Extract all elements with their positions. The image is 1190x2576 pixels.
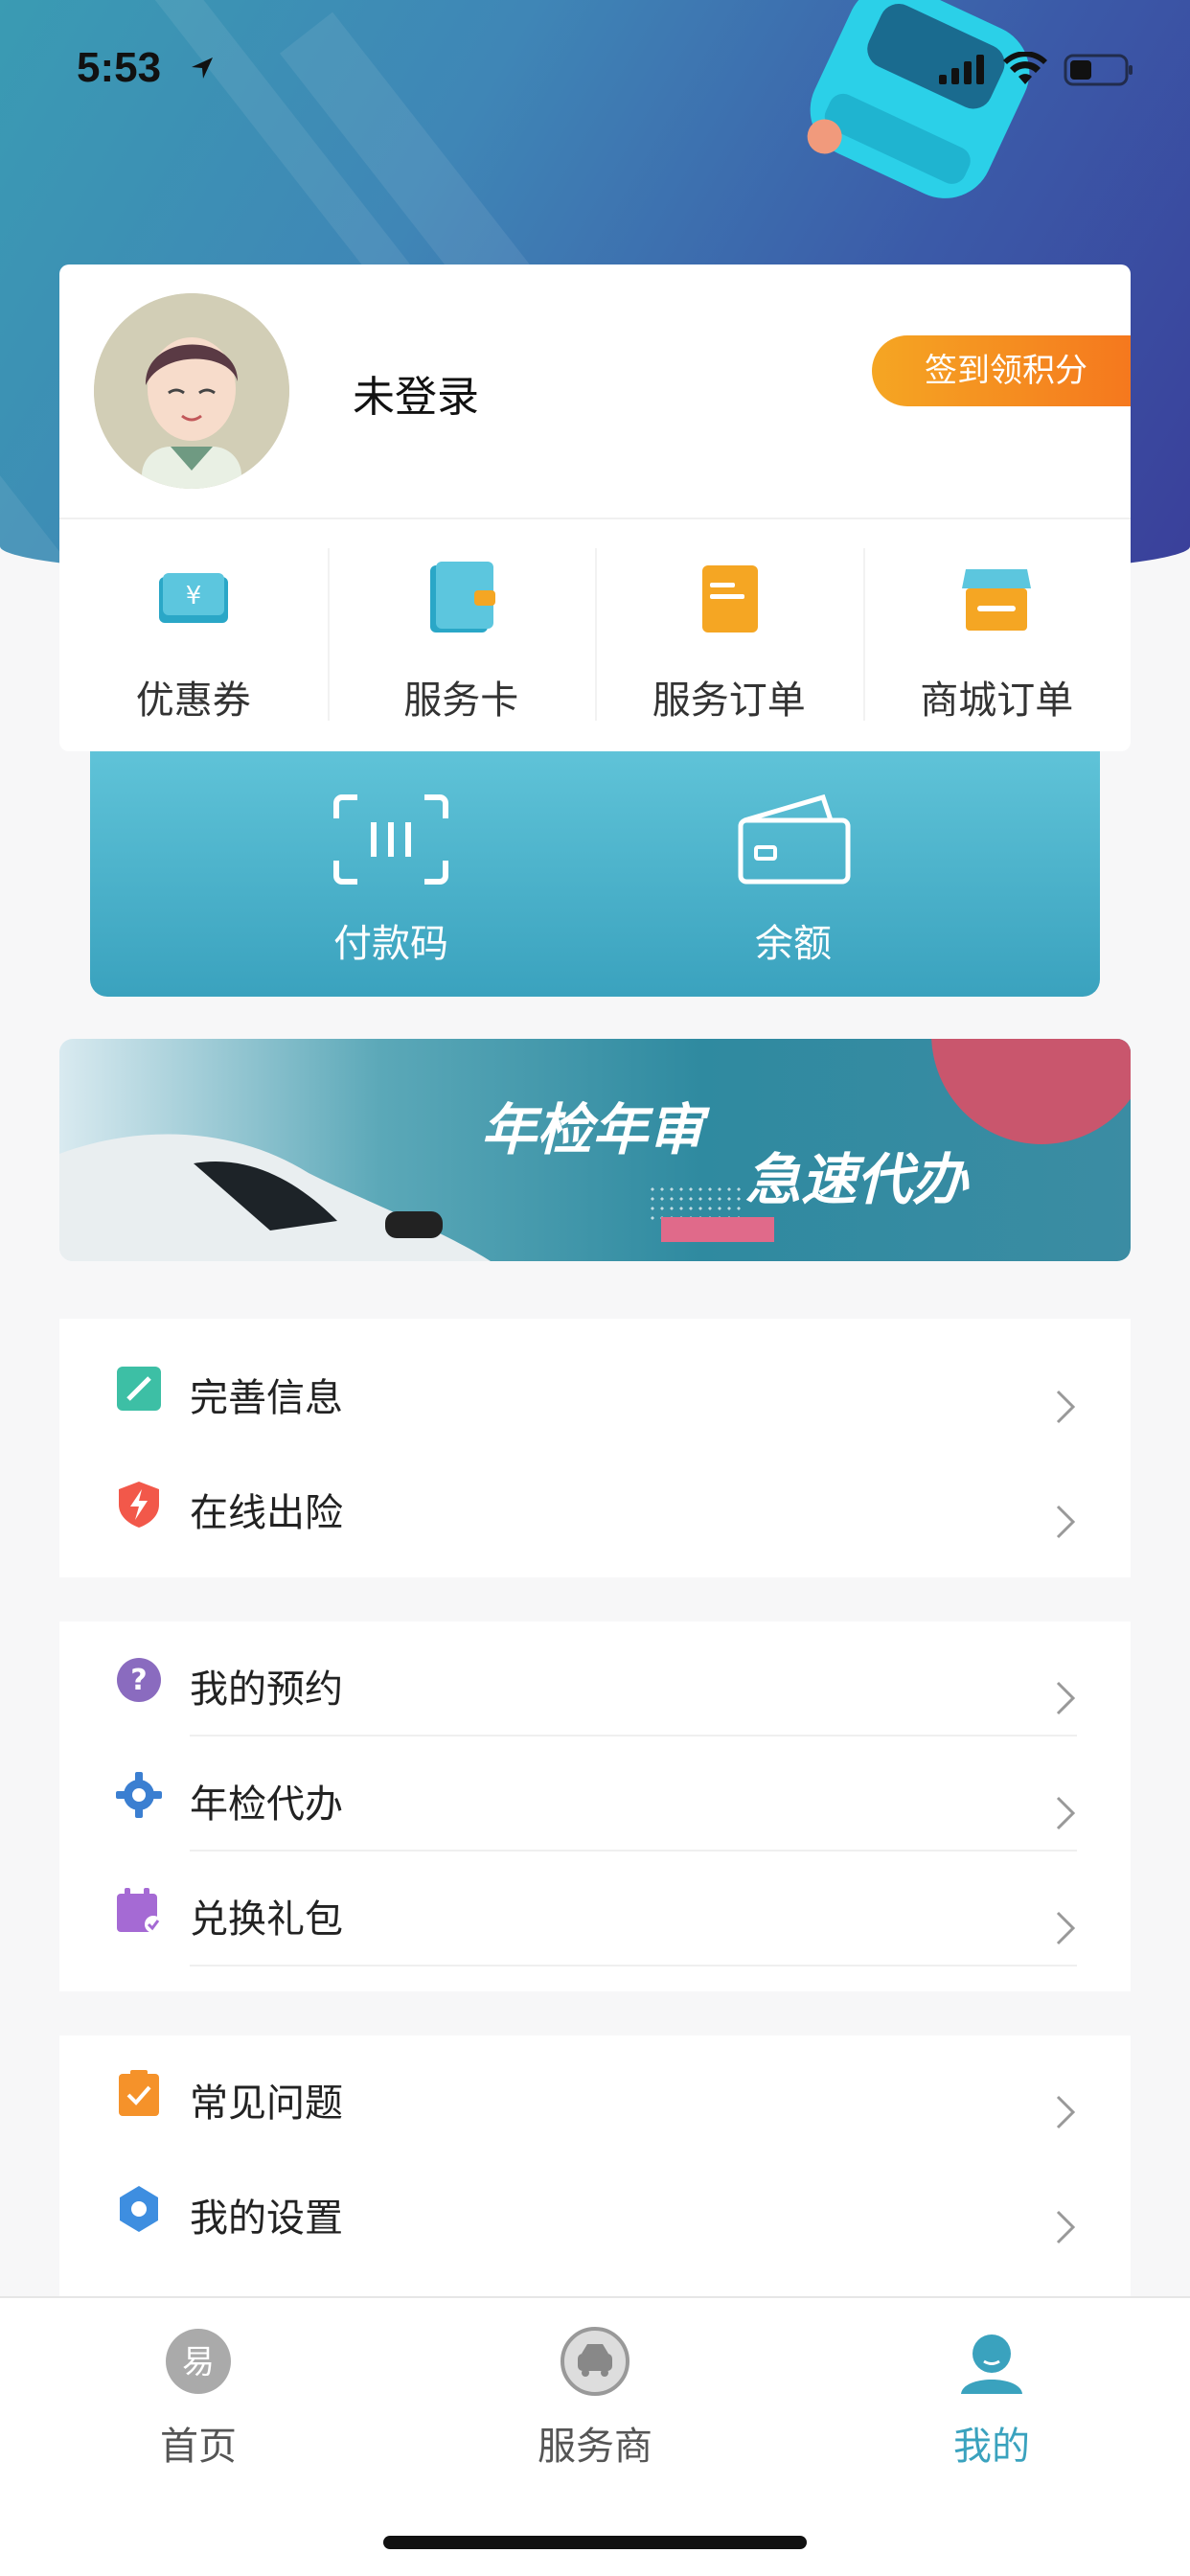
tab-label: 服务商 [538, 2425, 652, 2469]
divider [190, 1965, 1077, 1966]
banner-title-1: 年检年审 [481, 1097, 704, 1162]
menu-item-label: 我的预约 [190, 1668, 343, 1712]
menu-item-faq[interactable]: 常见问题 [59, 2036, 1131, 2150]
menu-item-label: 在线出险 [190, 1491, 343, 1535]
menu-item-online-claim[interactable]: 在线出险 [59, 1445, 1131, 1560]
svg-text:?: ? [130, 1664, 147, 1697]
menu-group-3: 常见问题 我的设置 [59, 2036, 1131, 2296]
battery-icon [1064, 54, 1133, 86]
tab-bar: 易 首页 服务商 我的 [0, 2296, 1190, 2576]
menu-item-label: 兑换礼包 [190, 1898, 343, 1942]
wallet-card-icon [430, 562, 496, 632]
chevron-right-icon [1056, 2095, 1076, 2129]
quick-action-label: 商城订单 [920, 678, 1074, 723]
menu-item-label: 常见问题 [190, 2082, 343, 2126]
chevron-right-icon [1056, 1911, 1076, 1945]
wifi-icon [1003, 52, 1047, 84]
svg-text:易: 易 [182, 2343, 215, 2381]
quick-action-service-card[interactable]: 服务卡 [327, 529, 596, 749]
profile-card: 未登录 签到领积分 ¥ 优惠券 服务卡 服务订单 商城订单 [59, 264, 1131, 751]
quick-action-label: 服务订单 [652, 678, 806, 723]
quick-action-label: 优惠券 [135, 678, 251, 723]
settings-icon [120, 2186, 158, 2232]
chevron-right-icon [1056, 1796, 1076, 1830]
edit-info-icon [117, 1367, 161, 1411]
promo-banner[interactable]: 年检年审 急速代办 [59, 1039, 1131, 1261]
chevron-right-icon [1056, 1390, 1076, 1424]
tab-label: 首页 [160, 2425, 237, 2469]
chevron-right-icon [1056, 1505, 1076, 1539]
quick-action-label: 服务卡 [403, 678, 519, 723]
menu-group-2: ? 我的预约 年检代办 兑换礼包 [59, 1622, 1131, 1991]
question-icon: ? [117, 1658, 161, 1702]
banner-decor [661, 1217, 774, 1242]
car-photo-icon [59, 1134, 491, 1261]
mall-order-icon [962, 569, 1032, 631]
home-icon: 易 [166, 2329, 231, 2394]
shield-bolt-icon [119, 1482, 159, 1528]
balance-label: 余额 [755, 922, 832, 966]
tab-service-provider[interactable]: 服务商 [397, 2298, 793, 2576]
home-indicator[interactable] [383, 2536, 807, 2549]
pay-code-button[interactable]: 付款码 [190, 751, 592, 997]
tab-label: 我的 [953, 2425, 1030, 2469]
status-bar: 5:53 [0, 0, 1190, 134]
menu-item-label: 完善信息 [190, 1376, 343, 1420]
menu-item-my-settings[interactable]: 我的设置 [59, 2150, 1131, 2266]
chevron-right-icon [1056, 1681, 1076, 1715]
login-status-text[interactable]: 未登录 [353, 362, 479, 424]
tab-mine[interactable]: 我的 [793, 2298, 1190, 2576]
avatar[interactable] [94, 293, 289, 489]
coupon-icon: ¥ [158, 573, 228, 623]
gear-icon [116, 1772, 162, 1818]
chevron-right-icon [1056, 2210, 1076, 2244]
profile-icon [961, 2334, 1022, 2394]
menu-item-label: 年检代办 [190, 1782, 343, 1827]
status-time: 5:53 [77, 44, 162, 91]
menu-item-my-reservations[interactable]: ? 我的预约 [59, 1622, 1131, 1736]
avatar-face-icon [94, 293, 289, 489]
banner-title-2: 急速代办 [745, 1147, 969, 1212]
divider [59, 518, 1131, 519]
gift-calendar-icon [117, 1888, 162, 1933]
tab-home[interactable]: 易 首页 [0, 2298, 397, 2576]
svg-text:¥: ¥ [185, 582, 201, 610]
banner-decor [931, 1039, 1131, 1144]
quick-actions: ¥ 优惠券 服务卡 服务订单 商城订单 [59, 529, 1131, 749]
car-service-icon [561, 2327, 629, 2396]
menu-group-1: 完善信息 在线出险 [59, 1319, 1131, 1577]
quick-action-service-order[interactable]: 服务订单 [595, 529, 863, 749]
quick-action-coupon[interactable]: ¥ 优惠券 [59, 529, 328, 749]
pay-code-label: 付款码 [333, 922, 448, 966]
menu-item-complete-info[interactable]: 完善信息 [59, 1330, 1131, 1445]
location-arrow-icon [192, 58, 213, 79]
service-order-icon [701, 565, 758, 632]
balance-button[interactable]: 余额 [592, 751, 995, 997]
cellular-signal-icon [939, 55, 984, 84]
menu-item-annual-inspection[interactable]: 年检代办 [59, 1736, 1131, 1852]
menu-item-label: 我的设置 [190, 2196, 343, 2241]
barcode-scan-icon [333, 794, 448, 885]
sign-in-points-button[interactable]: 签到领积分 [872, 335, 1131, 406]
quick-action-mall-order[interactable]: 商城订单 [862, 529, 1132, 749]
clipboard-check-icon [119, 2070, 159, 2116]
payment-card: 付款码 余额 [90, 751, 1100, 997]
menu-item-redeem-gift[interactable]: 兑换礼包 [59, 1852, 1131, 1966]
wallet-icon [738, 794, 851, 885]
